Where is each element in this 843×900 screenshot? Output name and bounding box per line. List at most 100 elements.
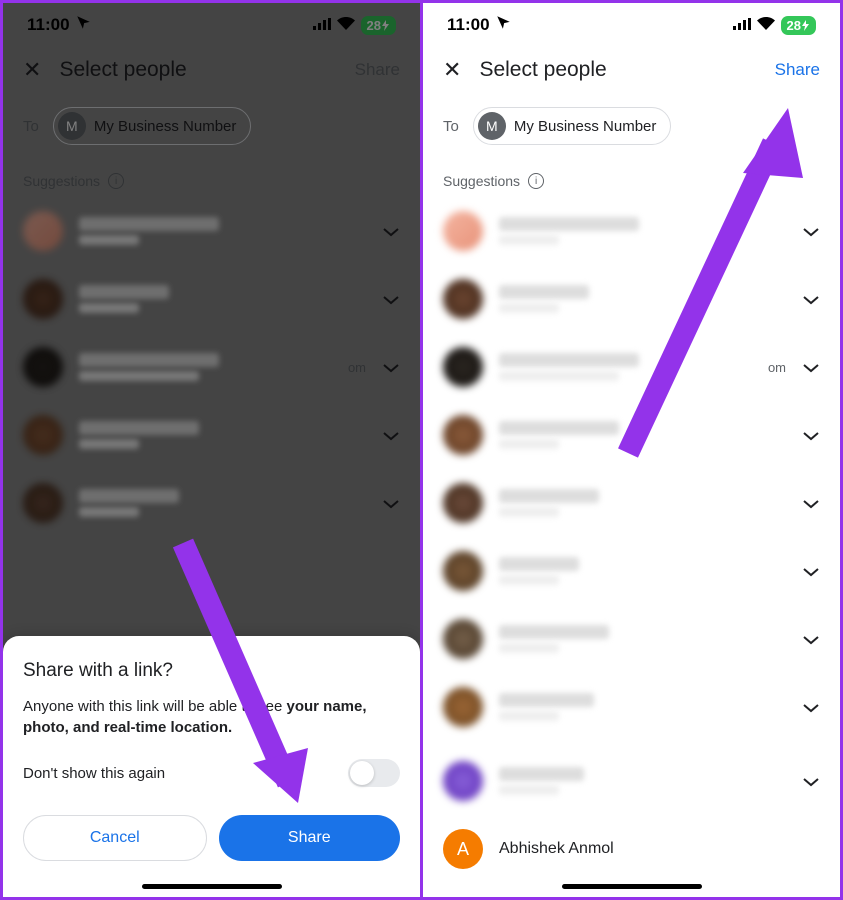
avatar — [23, 211, 63, 251]
chevron-down-icon[interactable] — [382, 220, 400, 243]
dont-show-label: Don't show this again — [23, 765, 165, 782]
dont-show-toggle[interactable] — [348, 759, 400, 787]
chevron-down-icon[interactable] — [802, 356, 820, 379]
list-item[interactable] — [3, 401, 420, 469]
contact-info — [499, 353, 772, 381]
info-icon[interactable]: i — [528, 173, 544, 189]
avatar: A — [443, 829, 483, 869]
status-left: 11:00 — [27, 15, 91, 35]
chevron-down-icon[interactable] — [382, 492, 400, 515]
suggestions-header: Suggestions i — [3, 161, 420, 197]
avatar — [443, 687, 483, 727]
avatar — [443, 279, 483, 319]
avatar — [443, 211, 483, 251]
chevron-down-icon[interactable] — [802, 424, 820, 447]
to-label: To — [443, 118, 459, 135]
list-item[interactable]: A Abhishek Anmol — [423, 815, 840, 883]
contact-info — [79, 489, 366, 517]
chip-avatar: M — [478, 112, 506, 140]
list-item[interactable] — [423, 197, 840, 265]
chevron-down-icon[interactable] — [802, 770, 820, 793]
avatar — [23, 279, 63, 319]
home-indicator[interactable] — [562, 884, 702, 889]
chevron-down-icon[interactable] — [802, 288, 820, 311]
close-icon[interactable]: ✕ — [23, 57, 41, 83]
contact-info — [499, 489, 786, 517]
list-item[interactable] — [423, 265, 840, 333]
status-time: 11:00 — [27, 15, 70, 35]
chevron-down-icon[interactable] — [382, 424, 400, 447]
list-item[interactable]: om — [3, 333, 420, 401]
info-icon[interactable]: i — [108, 173, 124, 189]
battery-indicator: 28 — [361, 16, 396, 35]
list-item[interactable] — [423, 537, 840, 605]
list-item[interactable] — [423, 605, 840, 673]
chevron-down-icon[interactable] — [802, 628, 820, 651]
chevron-down-icon[interactable] — [802, 696, 820, 719]
suggestions-label: Suggestions — [443, 173, 520, 189]
page-title: Select people — [479, 58, 756, 82]
phone-left: 11:00 28 ✕ Select people Share To M My B… — [3, 3, 420, 897]
wifi-icon — [337, 15, 355, 35]
sheet-body: Anyone with this link will be able to se… — [23, 696, 400, 740]
suggestions-label: Suggestions — [23, 173, 100, 189]
to-row: To M My Business Number — [3, 97, 420, 161]
avatar — [23, 483, 63, 523]
list-item[interactable] — [423, 401, 840, 469]
chevron-down-icon[interactable] — [802, 492, 820, 515]
location-icon — [496, 15, 511, 35]
share-button[interactable]: Share — [219, 815, 401, 861]
visible-fragment: om — [768, 360, 786, 375]
visible-fragment: om — [348, 360, 366, 375]
to-row: To M My Business Number — [423, 97, 840, 161]
avatar — [443, 347, 483, 387]
dont-show-row: Don't show this again — [23, 759, 400, 787]
list-item[interactable] — [423, 741, 840, 815]
avatar — [23, 347, 63, 387]
list-item[interactable] — [423, 469, 840, 537]
contact-info — [499, 625, 786, 653]
page-title: Select people — [59, 58, 336, 82]
home-indicator[interactable] — [142, 884, 282, 889]
list-item[interactable] — [3, 265, 420, 333]
list-item[interactable] — [3, 197, 420, 265]
chevron-down-icon[interactable] — [382, 356, 400, 379]
battery-indicator: 28 — [781, 16, 816, 35]
wifi-icon — [757, 15, 775, 35]
contact-info — [79, 353, 352, 381]
list-item[interactable] — [3, 469, 420, 537]
to-label: To — [23, 118, 39, 135]
contact-info — [499, 421, 786, 449]
share-button[interactable]: Share — [355, 60, 400, 80]
header: ✕ Select people Share — [3, 43, 420, 97]
avatar — [23, 415, 63, 455]
contact-info — [79, 217, 366, 245]
avatar — [443, 619, 483, 659]
location-icon — [76, 15, 91, 35]
share-button[interactable]: Share — [775, 60, 820, 80]
contact-list[interactable]: om A Abhishek Anmol — [423, 197, 840, 897]
share-link-sheet: Share with a link? Anyone with this link… — [3, 636, 420, 898]
list-item[interactable] — [423, 673, 840, 741]
list-item[interactable]: om — [423, 333, 840, 401]
recipient-chip[interactable]: M My Business Number — [473, 107, 672, 145]
phone-right: 11:00 28 ✕ Select people Share To M My B… — [423, 3, 840, 897]
close-icon[interactable]: ✕ — [443, 57, 461, 83]
contact-info — [499, 217, 786, 245]
chevron-down-icon[interactable] — [802, 560, 820, 583]
sheet-buttons: Cancel Share — [23, 815, 400, 861]
contact-info — [499, 557, 786, 585]
sheet-title: Share with a link? — [23, 660, 400, 682]
cancel-button[interactable]: Cancel — [23, 815, 207, 861]
contact-info — [499, 767, 786, 795]
header: ✕ Select people Share — [423, 43, 840, 97]
recipient-chip[interactable]: M My Business Number — [53, 107, 252, 145]
chevron-down-icon[interactable] — [382, 288, 400, 311]
signal-icon — [733, 15, 751, 35]
avatar — [443, 415, 483, 455]
status-time: 11:00 — [447, 15, 490, 35]
avatar — [443, 761, 483, 801]
content-right: 11:00 28 ✕ Select people Share To M My B… — [423, 3, 840, 897]
signal-icon — [313, 15, 331, 35]
chevron-down-icon[interactable] — [802, 220, 820, 243]
